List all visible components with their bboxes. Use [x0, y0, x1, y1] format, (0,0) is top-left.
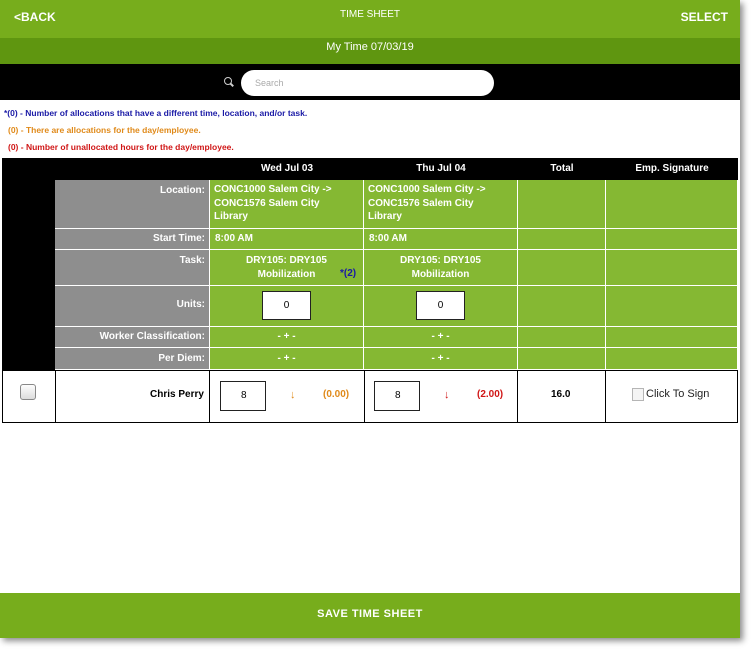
column-header-signature: Emp. Signature — [606, 158, 738, 180]
row-select-gutter — [2, 158, 55, 370]
worker-classification-total — [518, 327, 606, 348]
divider — [209, 370, 210, 423]
per-diem-signature — [606, 348, 738, 370]
units-input-day2[interactable]: 0 — [416, 291, 465, 320]
start-time-day1[interactable]: 8:00 AM — [210, 229, 364, 250]
location-total — [518, 180, 606, 229]
location-line: Library — [214, 211, 248, 222]
top-bar: <BACK TIME SHEET SELECT — [0, 0, 740, 38]
per-diem-total — [518, 348, 606, 370]
app-window: <BACK TIME SHEET SELECT My Time 07/03/19… — [0, 0, 740, 638]
task-line: DRY105: DRY105 — [400, 255, 481, 266]
select-button[interactable]: SELECT — [681, 10, 728, 24]
page-title: TIME SHEET — [339, 9, 400, 20]
worker-classification-signature — [606, 327, 738, 348]
search-icon — [224, 77, 232, 85]
location-day1[interactable]: CONC1000 Salem City -> CONC1576 Salem Ci… — [210, 180, 364, 229]
column-header-day2: Thu Jul 04 — [364, 158, 518, 180]
arrow-down-icon: ↓ — [444, 389, 450, 401]
sub-header: My Time 07/03/19 — [0, 38, 740, 64]
employee-select-checkbox[interactable] — [20, 384, 36, 400]
broken-image-icon — [632, 388, 644, 401]
employee-total-hours: 16.0 — [551, 389, 571, 400]
divider — [364, 370, 365, 423]
table-row — [2, 370, 738, 423]
location-line: CONC1000 Salem City -> — [214, 184, 332, 195]
row-label-start-time: Start Time: — [55, 229, 210, 250]
location-signature — [606, 180, 738, 229]
start-time-signature — [606, 229, 738, 250]
header-blank-label — [55, 158, 210, 180]
row-label-worker-classification: Worker Classification: — [55, 327, 210, 348]
row-label-location: Location: — [55, 180, 210, 229]
divider — [2, 370, 3, 423]
per-diem-day1[interactable]: - + - — [210, 348, 364, 370]
divider — [737, 370, 738, 423]
hours-diff-day1: (0.00) — [323, 389, 350, 400]
start-time-day2[interactable]: 8:00 AM — [364, 229, 518, 250]
sub-header-title: My Time 07/03/19 — [326, 41, 414, 53]
location-line: CONC1576 Salem City — [214, 197, 320, 209]
click-to-sign-label: Click To Sign — [646, 388, 710, 400]
legend-allocations-present: (0) - There are allocations for the day/… — [8, 125, 201, 135]
task-day2[interactable]: DRY105: DRY105 Mobilization — [364, 250, 518, 286]
task-signature — [606, 250, 738, 286]
start-time-total — [518, 229, 606, 250]
location-line: Library — [368, 211, 402, 222]
location-line: CONC1000 Salem City -> — [368, 184, 486, 195]
employee-name: Chris Perry — [150, 389, 204, 400]
divider — [605, 370, 606, 423]
hours-diff-day2: (2.00) — [477, 389, 504, 400]
worker-classification-day2[interactable]: - + - — [364, 327, 518, 348]
task-total — [518, 250, 606, 286]
divider — [517, 370, 518, 423]
location-day2[interactable]: CONC1000 Salem City -> CONC1576 Salem Ci… — [364, 180, 518, 229]
column-header-day1: Wed Jul 03 — [210, 158, 364, 180]
legend-unallocated-hours: (0) - Number of unallocated hours for th… — [8, 142, 234, 152]
task-line: DRY105: DRY105 — [246, 255, 327, 266]
row-label-units: Units: — [55, 286, 210, 327]
row-label-task: Task: — [55, 250, 210, 286]
location-line: CONC1576 Salem City — [368, 197, 474, 209]
task-flag-badge: *(2) — [340, 268, 357, 279]
search-bar — [0, 64, 740, 100]
units-signature — [606, 286, 738, 327]
arrow-down-icon: ↓ — [290, 389, 296, 401]
search-input[interactable] — [241, 70, 494, 96]
units-input-day1[interactable]: 0 — [262, 291, 311, 320]
hours-input-day1[interactable]: 8 — [220, 381, 266, 411]
save-time-sheet-button[interactable]: SAVE TIME SHEET — [0, 593, 740, 638]
column-header-total: Total — [518, 158, 606, 180]
legend-different-allocations: *(0) - Number of allocations that have a… — [4, 108, 308, 118]
click-to-sign-button[interactable]: Click To Sign — [632, 387, 712, 403]
per-diem-day2[interactable]: - + - — [364, 348, 518, 370]
worker-classification-day1[interactable]: - + - — [210, 327, 364, 348]
hours-input-day2[interactable]: 8 — [374, 381, 420, 411]
divider — [55, 370, 56, 423]
units-total — [518, 286, 606, 327]
row-label-per-diem: Per Diem: — [55, 348, 210, 370]
task-line: Mobilization — [411, 268, 470, 280]
